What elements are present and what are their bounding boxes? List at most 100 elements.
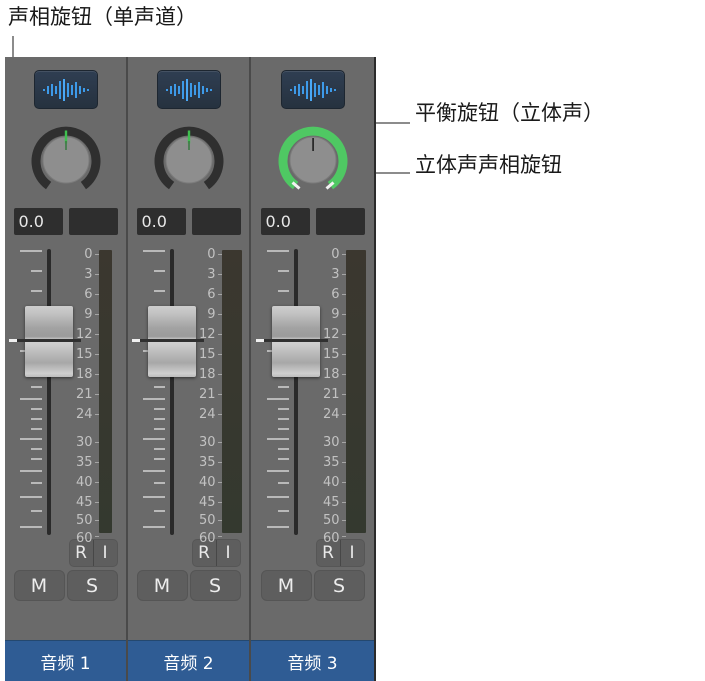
meter-label: 3 [207,267,216,282]
meter-label: 50 [198,513,216,528]
fader-track-2[interactable] [169,249,174,535]
pan-value-field-1[interactable] [68,208,118,235]
meter-label: 30 [75,435,93,450]
pan-value-field-3[interactable] [315,208,365,235]
meter-scale-labels-3: 0 3 6 9 12 15 18 21 24 30 35 40 45 50 60 [316,248,340,545]
mute-button-2[interactable]: M [136,570,188,601]
balance-knob-graphic-2 [154,126,223,190]
meter-label: 60 [198,531,216,546]
channel-strip-2[interactable]: 0.0 0 3 6 9 12 15 18 21 24 30 35 40 45 5… [128,57,251,681]
waveform-icon [289,78,336,101]
input-waveform-button-1[interactable] [33,70,98,109]
meter-label: 15 [322,347,340,362]
meter-label: 9 [331,307,340,322]
meter-label: 35 [75,455,93,470]
solo-button-2[interactable]: S [189,570,241,601]
meter-label: 15 [75,347,93,362]
fader-tick-scale-3 [266,248,289,537]
fader-thumb-1[interactable] [8,306,81,377]
meter-label: 9 [84,307,93,322]
meter-label: 24 [198,407,216,422]
pan-knob-graphic-1 [31,126,100,190]
volume-value-field-2[interactable]: 0.0 [136,208,186,235]
meter-label: 35 [198,455,216,470]
meter-label: 21 [75,387,93,402]
meter-label: 35 [322,455,340,470]
callout-label-balance: 平衡旋钮（立体声） [415,101,604,125]
mute-solo-row-2: M S [136,570,241,601]
fader-area-1: 0 3 6 9 12 15 18 21 24 30 35 40 45 50 60 [8,247,121,545]
balance-knob-2[interactable] [154,125,224,195]
channel-strip-3[interactable]: 0.0 0 3 6 9 12 15 18 21 24 30 35 40 45 5… [251,57,374,681]
meter-label: 50 [75,513,93,528]
track-name-1[interactable]: 音频 1 [5,640,126,681]
mute-button-1[interactable]: M [13,570,65,601]
track-name-3[interactable]: 音频 3 [251,640,374,681]
record-input-row-1: R I [14,539,118,567]
meter-label: 60 [322,531,340,546]
meter-label: 6 [207,287,216,302]
stereo-pan-knob-3[interactable] [278,125,348,195]
fader-track-3[interactable] [293,249,298,535]
meter-label: 3 [84,267,93,282]
fader-tick-scale-2 [142,248,165,537]
pan-knob-1[interactable] [31,125,101,195]
fader-thumb-3[interactable] [255,306,328,377]
meter-label: 45 [198,495,216,510]
fader-area-3: 0 3 6 9 12 15 18 21 24 30 35 40 45 50 60 [255,248,368,545]
meter-scale-labels-2: 0 3 6 9 12 15 18 21 24 30 35 40 45 50 60 [192,247,216,545]
meter-label: 18 [75,367,93,382]
level-meter-1 [98,250,112,533]
meter-label: 12 [322,327,340,342]
volume-value-field-3[interactable]: 0.0 [260,208,310,235]
meter-label: 45 [75,495,93,510]
meter-label: 30 [322,435,340,450]
mixer-panel: 0.0 0 3 6 9 12 15 18 21 24 30 35 40 45 5… [5,57,376,681]
meter-label: 60 [75,531,93,546]
meter-label: 15 [198,347,216,362]
value-row-2: 0.0 [136,208,241,235]
input-monitor-button-2[interactable]: I [215,540,240,566]
meter-label: 50 [322,513,340,528]
meter-label: 40 [198,475,216,490]
meter-tick-marks-2 [217,248,222,537]
meter-label: 0 [207,247,216,262]
meter-label: 3 [331,267,340,282]
meter-label: 24 [322,407,340,422]
level-meter-3 [345,250,366,533]
meter-label: 6 [84,287,93,302]
meter-label: 0 [84,247,93,262]
pan-value-field-2[interactable] [191,208,241,235]
fader-thumb-2[interactable] [131,306,204,377]
volume-value-field-1[interactable]: 0.0 [13,208,63,235]
value-row-3: 0.0 [260,208,365,235]
waveform-icon [42,78,89,101]
meter-tick-marks-3 [341,248,346,537]
mute-solo-row-3: M S [260,570,365,601]
meter-label: 18 [322,367,340,382]
stereo-pan-knob-graphic-3 [278,126,347,190]
input-monitor-button-3[interactable]: I [339,540,364,566]
meter-label: 30 [198,435,216,450]
solo-button-1[interactable]: S [66,570,118,601]
track-name-2[interactable]: 音频 2 [128,640,249,681]
channel-strip-1[interactable]: 0.0 0 3 6 9 12 15 18 21 24 30 35 40 45 5… [5,57,128,681]
meter-tick-marks-1 [94,248,99,537]
fader-track-1[interactable] [46,249,51,535]
mute-solo-row-1: M S [13,570,118,601]
meter-label: 21 [322,387,340,402]
meter-label: 9 [207,307,216,322]
input-monitor-button-1[interactable]: I [92,540,117,566]
waveform-icon [165,78,212,101]
meter-label: 12 [75,327,93,342]
input-waveform-button-3[interactable] [280,70,345,109]
mute-button-3[interactable]: M [260,570,312,601]
fader-area-2: 0 3 6 9 12 15 18 21 24 30 35 40 45 50 60 [131,247,244,545]
meter-label: 21 [198,387,216,402]
input-waveform-button-2[interactable] [156,70,221,109]
record-input-row-3: R I [261,539,365,567]
meter-label: 24 [75,407,93,422]
solo-button-3[interactable]: S [313,570,365,601]
meter-label: 6 [331,287,340,302]
record-input-row-2: R I [137,539,241,567]
